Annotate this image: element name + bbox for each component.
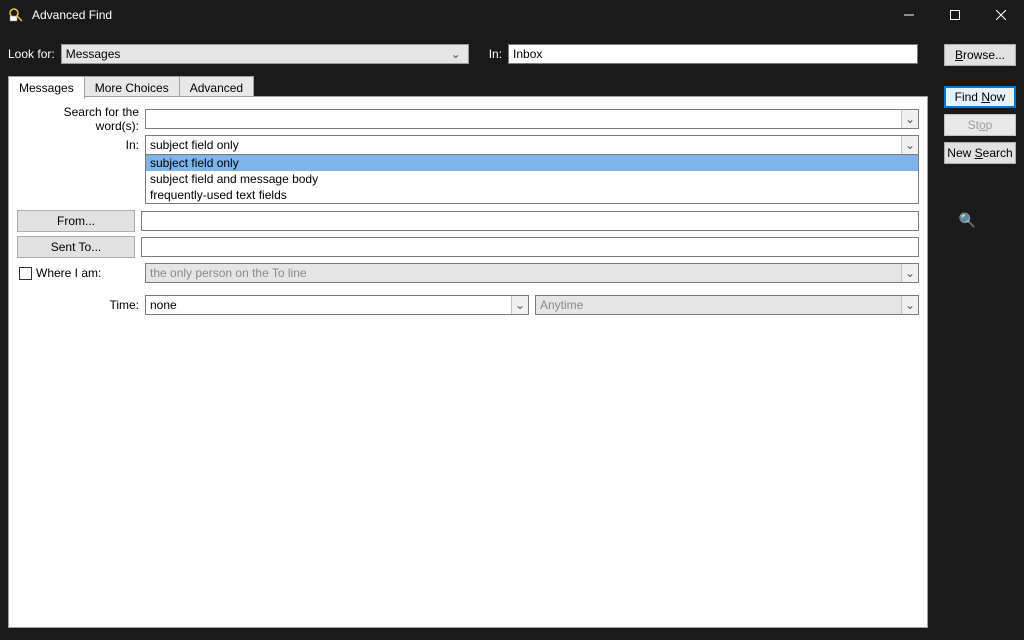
dropdown-option[interactable]: frequently-used text fields xyxy=(146,187,918,203)
tab-messages[interactable]: Messages xyxy=(8,76,85,99)
browse-button[interactable]: Browse... xyxy=(944,44,1016,66)
window-title: Advanced Find xyxy=(32,8,112,22)
chevron-down-icon: ⌄ xyxy=(901,110,918,128)
where-value: the only person on the To line xyxy=(150,266,307,280)
search-words-input[interactable]: ⌄ xyxy=(145,109,919,129)
dropdown-option[interactable]: subject field only xyxy=(146,155,918,171)
chevron-down-icon: ⌄ xyxy=(511,296,528,314)
in-field-dropdown[interactable]: subject field only subject field and mes… xyxy=(145,154,919,204)
find-now-button[interactable]: Find Now xyxy=(944,86,1016,108)
minimize-button[interactable] xyxy=(886,0,932,30)
in-folder-value: Inbox xyxy=(513,47,542,61)
time-value: none xyxy=(150,298,177,312)
title-bar: Advanced Find xyxy=(0,0,1024,30)
chevron-down-icon: ⌄ xyxy=(901,264,918,282)
maximize-button[interactable] xyxy=(932,0,978,30)
chevron-down-icon: ⌄ xyxy=(901,296,918,314)
in-field-label: In: xyxy=(17,138,145,152)
in-label: In: xyxy=(489,47,502,61)
stop-button: Stop xyxy=(944,114,1016,136)
action-buttons: Browse... Find Now Stop New Search xyxy=(944,44,1016,164)
magnifier-cursor-icon: 🔍 xyxy=(959,212,976,229)
time-label: Time: xyxy=(17,298,145,312)
in-folder-field[interactable]: Inbox xyxy=(508,44,918,64)
time-combo[interactable]: none ⌄ xyxy=(145,295,529,315)
where-combo: the only person on the To line ⌄ xyxy=(145,263,919,283)
where-i-am-row: Where I am: xyxy=(17,266,145,280)
sent-to-input[interactable] xyxy=(141,237,919,257)
chevron-down-icon: ⌄ xyxy=(901,136,918,154)
new-search-button[interactable]: New Search xyxy=(944,142,1016,164)
from-button[interactable]: From... xyxy=(17,210,135,232)
in-field-value: subject field only xyxy=(150,138,239,152)
sent-to-button[interactable]: Sent To... xyxy=(17,236,135,258)
dropdown-option[interactable]: subject field and message body xyxy=(146,171,918,187)
tab-panel-messages: Search for the word(s): ⌄ In: subject fi… xyxy=(8,96,928,628)
look-for-value: Messages xyxy=(66,47,448,61)
look-for-label: Look for: xyxy=(8,47,55,61)
close-button[interactable] xyxy=(978,0,1024,30)
time-range-value: Anytime xyxy=(540,298,583,312)
chevron-down-icon: ⌄ xyxy=(448,47,464,61)
search-words-label: Search for the word(s): xyxy=(17,105,145,133)
from-input[interactable] xyxy=(141,211,919,231)
lookfor-row: Look for: Messages ⌄ In: Inbox xyxy=(0,40,1024,68)
where-checkbox[interactable] xyxy=(19,267,32,280)
app-icon xyxy=(8,7,24,23)
time-range-combo: Anytime ⌄ xyxy=(535,295,919,315)
in-field-combo[interactable]: subject field only ⌄ xyxy=(145,135,919,155)
look-for-combo[interactable]: Messages ⌄ xyxy=(61,44,469,64)
